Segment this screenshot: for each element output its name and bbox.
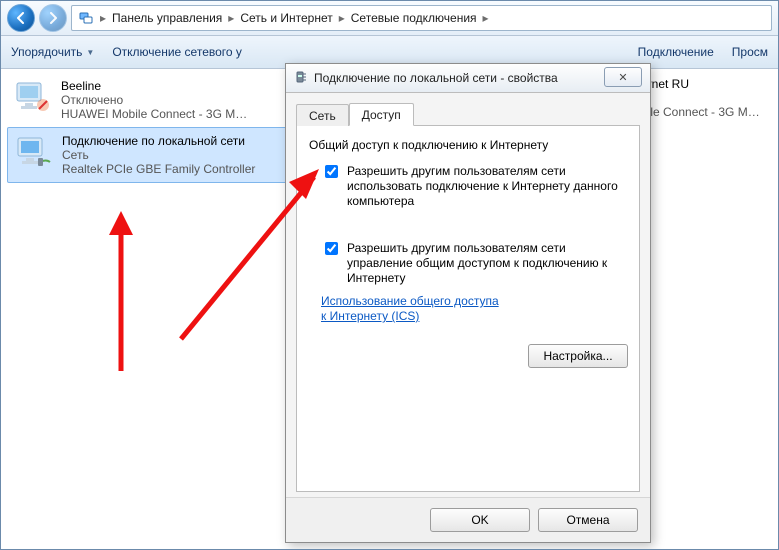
checkbox-row-allow-share: Разрешить другим пользователям сети испо… [321,164,627,209]
connection-device: HUAWEI Mobile Connect - 3G M… [61,107,247,121]
group-title: Общий доступ к подключению к Интернету [309,138,627,152]
chevron-right-icon: ▸ [483,11,489,25]
toolbar-label: Упорядочить [11,45,82,59]
ok-button[interactable]: OK [430,508,530,532]
chevron-right-icon: ▸ [339,11,345,25]
connection-name: Beeline [61,79,247,93]
toolbar-label: Отключение сетевого у [112,45,242,59]
properties-dialog: Подключение по локальной сети - свойства… [285,63,651,543]
network-connections-window: ▸ Панель управления ▸ Сеть и Интернет ▸ … [0,0,779,550]
close-icon: ✕ [618,71,627,84]
toolbar-disable[interactable]: Отключение сетевого у [112,45,242,59]
dialog-body: Сеть Доступ Общий доступ к подключению к… [286,93,650,492]
connection-name: Подключение по локальной сети [62,134,255,148]
connection-text: Подключение по локальной сети Сеть Realt… [62,134,255,176]
toolbar-label: Просм [732,45,768,59]
dialog-titlebar[interactable]: Подключение по локальной сети - свойства [286,64,650,93]
chevron-right-icon: ▸ [228,11,234,25]
navbar: ▸ Панель управления ▸ Сеть и Интернет ▸ … [1,1,778,36]
dialog-footer: OK Отмена [286,497,650,542]
checkbox-row-allow-control: Разрешить другим пользователям сети упра… [321,241,627,286]
toolbar-connection[interactable]: Подключение [638,45,714,59]
connection-item[interactable]: Beeline Отключено HUAWEI Mobile Connect … [7,73,289,127]
address-bar[interactable]: ▸ Панель управления ▸ Сеть и Интернет ▸ … [71,5,772,31]
toolbar-organize[interactable]: Упорядочить ▼ [11,45,94,59]
network-icon [78,10,94,26]
connection-text: Beeline Отключено HUAWEI Mobile Connect … [61,79,247,121]
nav-back-button[interactable] [7,4,35,32]
connection-status: Отключено [61,93,247,107]
connection-icon [13,79,53,115]
settings-button[interactable]: Настройка... [528,344,628,368]
connection-item-selected[interactable]: Подключение по локальной сети Сеть Realt… [7,127,291,183]
cancel-button[interactable]: Отмена [538,508,638,532]
connection-item-obscured: ernet RU bile Connect - 3G M… [641,77,779,119]
checkbox-allow-control[interactable] [325,242,338,255]
tab-network[interactable]: Сеть [296,104,349,126]
toolbar-view[interactable]: Просм [732,45,768,59]
toolbar-label: Подключение [638,45,714,59]
connection-device-tail: bile Connect - 3G M… [641,105,779,119]
checkbox-label: Разрешить другим пользователям сети испо… [347,164,627,209]
nav-forward-button[interactable] [39,4,67,32]
tab-strip: Сеть Доступ [296,101,640,126]
breadcrumb-control-panel[interactable]: Панель управления [112,11,222,25]
checkbox-label: Разрешить другим пользователям сети упра… [347,241,627,286]
connection-device: Realtek PCIe GBE Family Controller [62,162,255,176]
tab-sharing[interactable]: Доступ [349,103,414,126]
chevron-right-icon: ▸ [100,11,106,25]
adapter-icon [294,70,308,87]
connection-status-blank [641,91,779,105]
dialog-title: Подключение по локальной сети - свойства [314,71,558,85]
breadcrumb-network-connections[interactable]: Сетевые подключения [351,11,477,25]
breadcrumb-network-internet[interactable]: Сеть и Интернет [240,11,332,25]
connection-status: Сеть [62,148,255,162]
connection-name-tail: ernet RU [641,77,779,91]
connection-icon [14,134,54,170]
tab-page-sharing: Общий доступ к подключению к Интернету Р… [296,126,640,492]
checkbox-allow-share[interactable] [325,165,338,178]
chevron-down-icon: ▼ [86,48,94,57]
dialog-close-button[interactable]: ✕ [604,67,642,87]
ics-help-link[interactable]: Использование общего доступа к Интернету… [321,294,501,324]
